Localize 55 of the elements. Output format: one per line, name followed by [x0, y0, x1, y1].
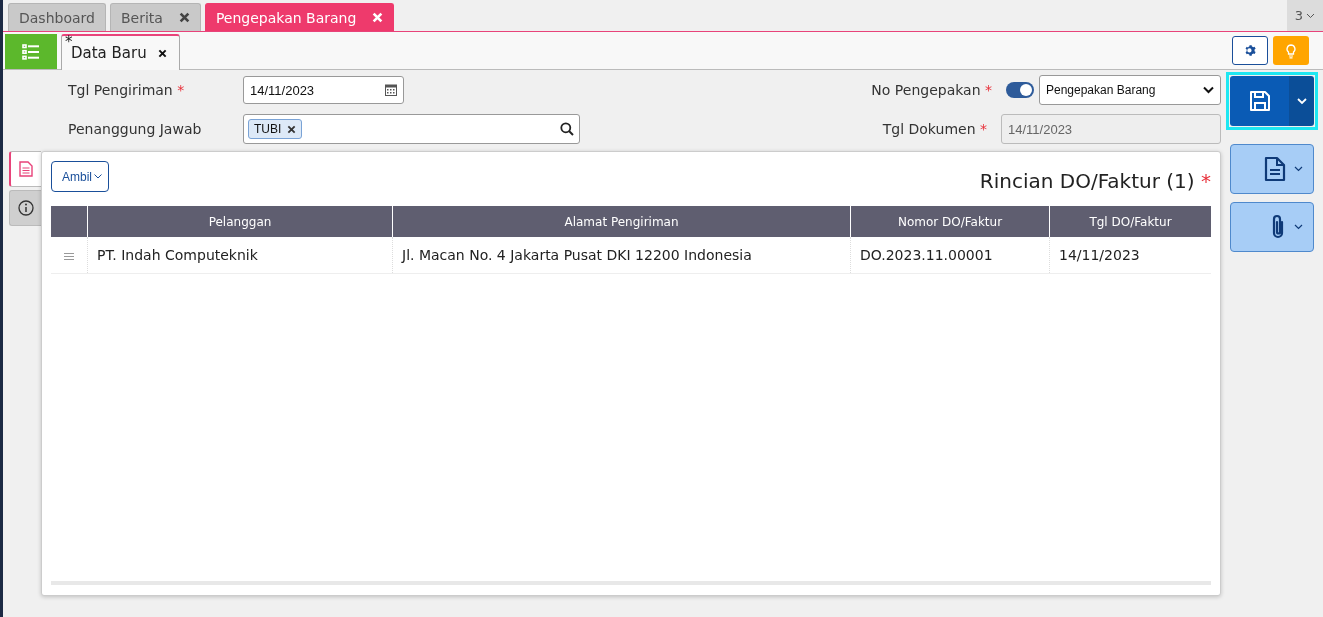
list-icon	[22, 43, 40, 60]
document-icon	[19, 161, 33, 177]
settings-button[interactable]	[1232, 36, 1268, 65]
column-header: Pelanggan	[87, 206, 393, 237]
chevron-down-icon	[94, 174, 102, 179]
select-dropdown[interactable]: Pengepakan Barang	[1039, 75, 1221, 105]
table-cell: 14/11/2023	[1049, 237, 1211, 274]
drag-handle-icon[interactable]	[64, 253, 74, 260]
table-cell: DO.2023.11.00001	[850, 237, 1050, 274]
chevron-down-icon	[1203, 86, 1214, 94]
attachment-menu-button[interactable]	[1230, 202, 1314, 252]
page-tab[interactable]: Dashboard	[8, 3, 106, 31]
chevron-down-icon	[1294, 224, 1303, 230]
paperclip-icon	[1270, 213, 1286, 241]
side-tab[interactable]	[9, 151, 41, 187]
gear-icon	[1243, 44, 1257, 57]
save-button[interactable]	[1230, 76, 1314, 126]
ambil-dropdown-button[interactable]: Ambil	[51, 161, 109, 192]
modified-mark: *	[65, 33, 73, 51]
table-cell: PT. Indah Computeknik	[87, 237, 393, 274]
table-header	[51, 206, 88, 237]
close-icon[interactable]	[157, 48, 167, 58]
column-header: Nomor DO/Faktur	[850, 206, 1050, 237]
tab-label: Pengepakan Barang	[215, 9, 357, 26]
info-icon	[17, 200, 34, 216]
remove-icon[interactable]	[287, 124, 297, 134]
page-tab[interactable]: Berita	[109, 3, 201, 31]
calendar-icon[interactable]	[385, 84, 397, 96]
close-icon[interactable]	[178, 12, 190, 23]
field-label: No Pengepakan *	[871, 82, 992, 98]
tab-label: Data Baru	[71, 44, 147, 62]
tab-label: Dashboard	[19, 9, 95, 26]
document-menu-button[interactable]	[1230, 144, 1314, 194]
tag-chip[interactable]: TUBI	[248, 119, 303, 139]
chevron-down-icon	[1306, 12, 1316, 19]
field-label: Penanggung Jawab	[68, 121, 203, 137]
field-label: Tgl Dokumen *	[882, 121, 987, 137]
document-icon	[1264, 156, 1286, 182]
date-field[interactable]: 14/11/2023	[243, 76, 404, 104]
chevron-down-icon	[1296, 97, 1307, 105]
field-label: Tgl Pengiriman *	[68, 82, 186, 98]
search-icon[interactable]	[560, 122, 574, 136]
toggle-switch[interactable]	[1006, 82, 1034, 98]
page-tab[interactable]: Pengepakan Barang	[204, 3, 395, 31]
document-tab[interactable]: * Data Baru	[61, 34, 180, 70]
tab-count-dropdown[interactable]: 3	[1287, 0, 1323, 31]
table-cell: Jl. Macan No. 4 Jakarta Pusat DKI 12200 Indonesia	[392, 237, 851, 274]
side-tab[interactable]	[9, 190, 41, 226]
section-title: Rincian DO/Faktur (1) *	[979, 169, 1211, 193]
search-field[interactable]: TUBI	[243, 114, 580, 144]
chevron-down-icon	[1294, 166, 1303, 172]
tab-label: Berita	[120, 9, 163, 26]
lightbulb-icon	[1285, 42, 1297, 59]
column-header: Tgl DO/Faktur	[1049, 206, 1211, 237]
column-header: Alamat Pengiriman	[392, 206, 851, 237]
